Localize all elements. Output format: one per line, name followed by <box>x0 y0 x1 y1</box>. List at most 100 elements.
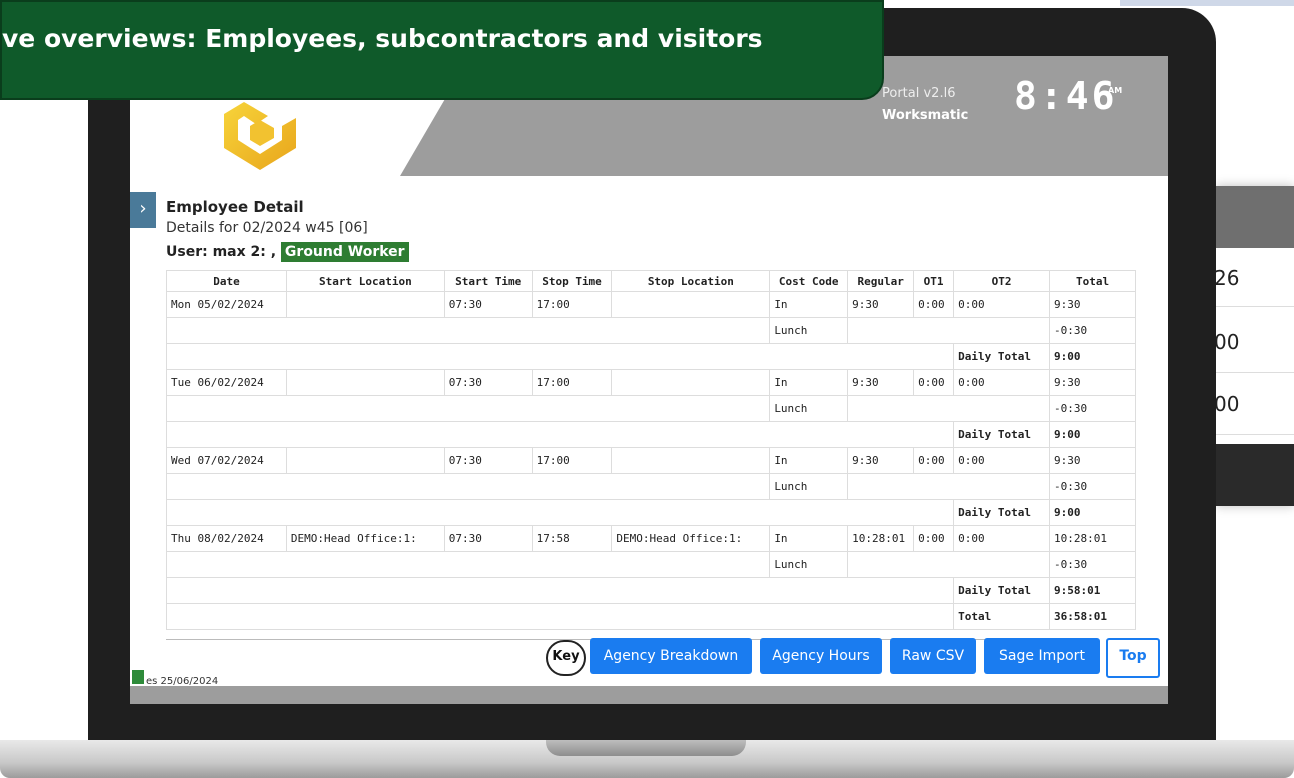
cell-start-time: 07:30 <box>443 369 533 396</box>
background-row: 00 <box>1214 314 1294 373</box>
cell-ot1: 0:00 <box>913 525 955 552</box>
table-row: Wed 07/02/2024 07:30 17:00 In 9:30 0:00 … <box>166 447 1136 474</box>
table-row: Lunch -0:30 <box>165 395 1136 422</box>
column-header: Stop Location <box>611 270 771 292</box>
top-button[interactable]: Top <box>1106 638 1160 678</box>
table-row: Thu 08/02/2024 DEMO:Head Office:1: 07:30… <box>166 525 1136 552</box>
footer-bar <box>130 686 1168 704</box>
portal-version: Portal v2.l6 <box>882 86 956 101</box>
column-header: Start Location <box>285 270 445 292</box>
cell-ot1: 0:00 <box>913 369 955 396</box>
sage-import-button[interactable]: Sage Import <box>984 638 1100 674</box>
cell-cost-code: In <box>769 525 849 552</box>
laptop-notch <box>546 740 746 756</box>
column-header: Date <box>166 270 287 292</box>
cell-grand-label: Total <box>953 603 1051 630</box>
background-panel: 26 00 00 <box>1214 186 1294 506</box>
cell-regular: 9:30 <box>847 447 915 474</box>
raw-csv-button[interactable]: Raw CSV <box>890 638 976 674</box>
cell-start-time: 07:30 <box>443 291 533 318</box>
cell-cost-code: In <box>769 291 849 318</box>
key-button[interactable]: Key <box>546 640 586 676</box>
cell-cost-code: Lunch <box>769 395 849 422</box>
cell-grand-total: 36:58:01 <box>1049 603 1136 630</box>
cell-daily-label: Daily Total <box>953 421 1051 448</box>
agency-hours-button[interactable]: Agency Hours <box>760 638 882 674</box>
cell-start-location <box>285 369 445 396</box>
menu-icon[interactable] <box>132 670 144 684</box>
sidebar-toggle-button[interactable]: › <box>130 192 156 228</box>
table-row: Lunch -0:30 <box>165 473 1136 500</box>
table-header-row: Date Start Location Start Time Stop Time… <box>166 270 1136 292</box>
cell-empty <box>165 499 955 526</box>
cell-daily-label: Daily Total <box>953 577 1051 604</box>
background-value: 00 <box>1214 392 1240 416</box>
column-header: OT2 <box>953 270 1051 292</box>
table-row: Daily Total 9:00 <box>165 421 1136 448</box>
cell-empty <box>165 343 955 370</box>
cell-total: -0:30 <box>1049 395 1136 422</box>
cell-empty <box>847 551 1051 578</box>
cell-empty <box>165 551 771 578</box>
cell-daily-label: Daily Total <box>953 499 1051 526</box>
cell-empty <box>847 395 1051 422</box>
cell-daily-total: 9:00 <box>1049 499 1136 526</box>
cell-total: 9:30 <box>1049 291 1136 318</box>
cell-total: -0:30 <box>1049 551 1136 578</box>
cell-start-location <box>285 291 445 318</box>
background-panel-header <box>1216 186 1294 248</box>
cell-total: -0:30 <box>1049 317 1136 344</box>
company-logo-icon <box>224 102 296 170</box>
page-title: Employee Detail <box>166 198 304 216</box>
background-panel-footer <box>1216 444 1294 506</box>
cell-regular: 10:28:01 <box>847 525 915 552</box>
cell-ot2: 0:00 <box>953 447 1051 474</box>
digital-clock: 8:46 <box>1014 74 1118 118</box>
cell-start-time: 07:30 <box>443 447 533 474</box>
background-top-bar <box>1120 0 1294 6</box>
chevron-right-icon: › <box>139 198 147 219</box>
column-header: Stop Time <box>531 270 613 292</box>
cell-date: Thu 08/02/2024 <box>166 525 287 552</box>
promo-banner: ve overviews: Employees, subcontractors … <box>0 0 884 100</box>
table-row: Lunch -0:30 <box>165 317 1136 344</box>
cell-cost-code: Lunch <box>769 473 849 500</box>
cell-total: 10:28:01 <box>1049 525 1136 552</box>
table-row: Tue 06/02/2024 07:30 17:00 In 9:30 0:00 … <box>166 369 1136 396</box>
cell-empty <box>847 317 1051 344</box>
laptop-screen: Portal v2.l6 Worksmatic 8:46 AM › Employ… <box>130 56 1168 704</box>
column-header: Cost Code <box>769 270 849 292</box>
cell-empty <box>165 577 955 604</box>
column-header: Regular <box>847 270 915 292</box>
column-header: Start Time <box>443 270 533 292</box>
role-badge: Ground Worker <box>280 242 409 262</box>
cell-stop-location <box>611 291 771 318</box>
cell-stop-location: DEMO:Head Office:1: <box>611 525 771 552</box>
agency-breakdown-button[interactable]: Agency Breakdown <box>590 638 752 674</box>
cell-daily-total: 9:00 <box>1049 343 1136 370</box>
background-value: 00 <box>1214 330 1240 354</box>
background-row: 00 <box>1214 376 1294 435</box>
cell-stop-location <box>611 369 771 396</box>
cell-total: 9:30 <box>1049 369 1136 396</box>
cell-stop-location <box>611 447 771 474</box>
cell-empty <box>165 473 771 500</box>
cell-ot2: 0:00 <box>953 291 1051 318</box>
cell-stop-time: 17:00 <box>531 369 613 396</box>
cell-date: Tue 06/02/2024 <box>166 369 287 396</box>
column-header: Total <box>1049 270 1136 292</box>
cell-regular: 9:30 <box>847 369 915 396</box>
cell-cost-code: Lunch <box>769 551 849 578</box>
cell-start-location: DEMO:Head Office:1: <box>285 525 445 552</box>
cell-ot1: 0:00 <box>913 447 955 474</box>
cell-empty <box>165 317 771 344</box>
table-row: Daily Total 9:58:01 <box>165 577 1136 604</box>
cell-start-location <box>285 447 445 474</box>
cell-daily-total: 9:00 <box>1049 421 1136 448</box>
employee-detail-table: Date Start Location Start Time Stop Time… <box>165 270 1136 630</box>
cell-ot1: 0:00 <box>913 291 955 318</box>
cell-start-time: 07:30 <box>443 525 533 552</box>
cell-cost-code: Lunch <box>769 317 849 344</box>
portal-name: Worksmatic <box>882 108 969 123</box>
clock-ampm: AM <box>1108 86 1123 95</box>
